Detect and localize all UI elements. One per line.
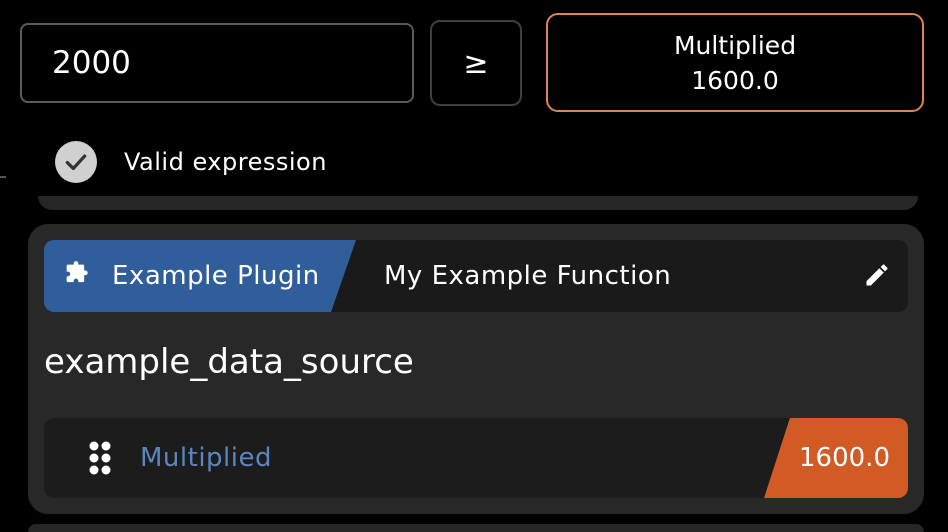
threshold-input[interactable] bbox=[20, 23, 414, 103]
next-card-edge bbox=[28, 524, 924, 532]
row-label: Multiplied bbox=[140, 443, 273, 473]
puzzle-icon bbox=[62, 260, 90, 292]
expression-panel: ≥ Multiplied 1600.0 Valid expression Exa… bbox=[0, 0, 948, 532]
section-divider bbox=[38, 196, 918, 210]
divider-tick bbox=[0, 176, 6, 178]
operator-label: ≥ bbox=[463, 45, 489, 81]
result-selector[interactable]: Multiplied 1600.0 bbox=[546, 13, 924, 112]
data-source-title: example_data_source bbox=[44, 342, 414, 382]
pencil-icon bbox=[863, 261, 891, 293]
plugin-tag: Example Plugin bbox=[44, 240, 356, 312]
data-row[interactable]: Multiplied 1600.0 bbox=[44, 418, 908, 498]
validation-status: Valid expression bbox=[55, 140, 327, 184]
row-value-badge: 1600.0 bbox=[764, 418, 908, 498]
drag-handle-icon[interactable] bbox=[88, 440, 112, 476]
result-title: Multiplied bbox=[673, 30, 797, 60]
comparison-operator-button[interactable]: ≥ bbox=[430, 20, 522, 106]
check-circle-icon bbox=[55, 141, 97, 183]
edit-button[interactable] bbox=[862, 262, 892, 292]
validation-text: Valid expression bbox=[124, 148, 327, 176]
function-name: My Example Function bbox=[384, 261, 672, 291]
plugin-label: Example Plugin bbox=[112, 261, 320, 291]
result-value: 1600.0 bbox=[691, 65, 779, 95]
plugin-function-card: Example Plugin My Example Function examp… bbox=[28, 224, 924, 514]
card-header: Example Plugin My Example Function bbox=[44, 240, 908, 312]
